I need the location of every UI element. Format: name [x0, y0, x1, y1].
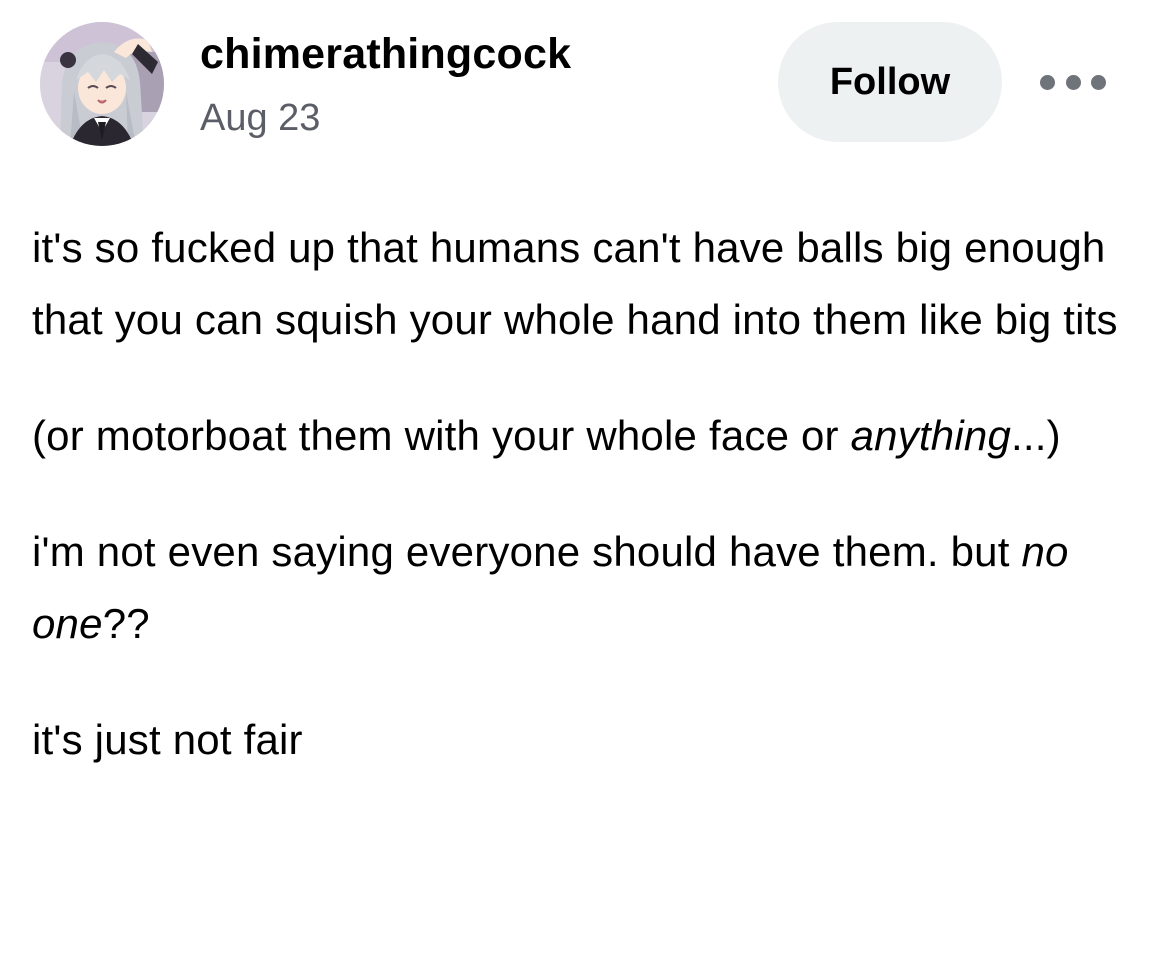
more-dot: [1040, 74, 1055, 90]
paragraph-text: i'm not even saying everyone should have…: [32, 528, 1022, 575]
paragraph-text: (or motorboat them with your whole face …: [32, 412, 851, 459]
post-paragraph: (or motorboat them with your whole face …: [32, 400, 1142, 472]
username[interactable]: chimerathingcock: [200, 28, 571, 80]
post-paragraph: i'm not even saying everyone should have…: [32, 516, 1142, 660]
paragraph-text: ...): [1011, 412, 1061, 459]
paragraph-text: it's just not fair: [32, 716, 303, 763]
post-card: chimerathingcock Aug 23 Follow it's so f…: [0, 0, 1170, 966]
paragraph-text: ??: [102, 600, 150, 647]
more-dot: [1065, 74, 1081, 90]
post-paragraph: it's so fucked up that humans can't have…: [32, 212, 1142, 356]
more-dot: [1091, 74, 1106, 90]
more-options-icon[interactable]: [1036, 62, 1110, 102]
post-date[interactable]: Aug 23: [200, 94, 320, 142]
post-body: it's so fucked up that humans can't have…: [32, 212, 1142, 776]
post-paragraph: it's just not fair: [32, 704, 1142, 776]
follow-button[interactable]: Follow: [778, 22, 1002, 142]
paragraph-text: it's so fucked up that humans can't have…: [32, 224, 1118, 343]
emphasized-text: anything: [850, 412, 1012, 459]
anime-character-avatar-image: [40, 22, 164, 146]
avatar[interactable]: [40, 22, 164, 146]
